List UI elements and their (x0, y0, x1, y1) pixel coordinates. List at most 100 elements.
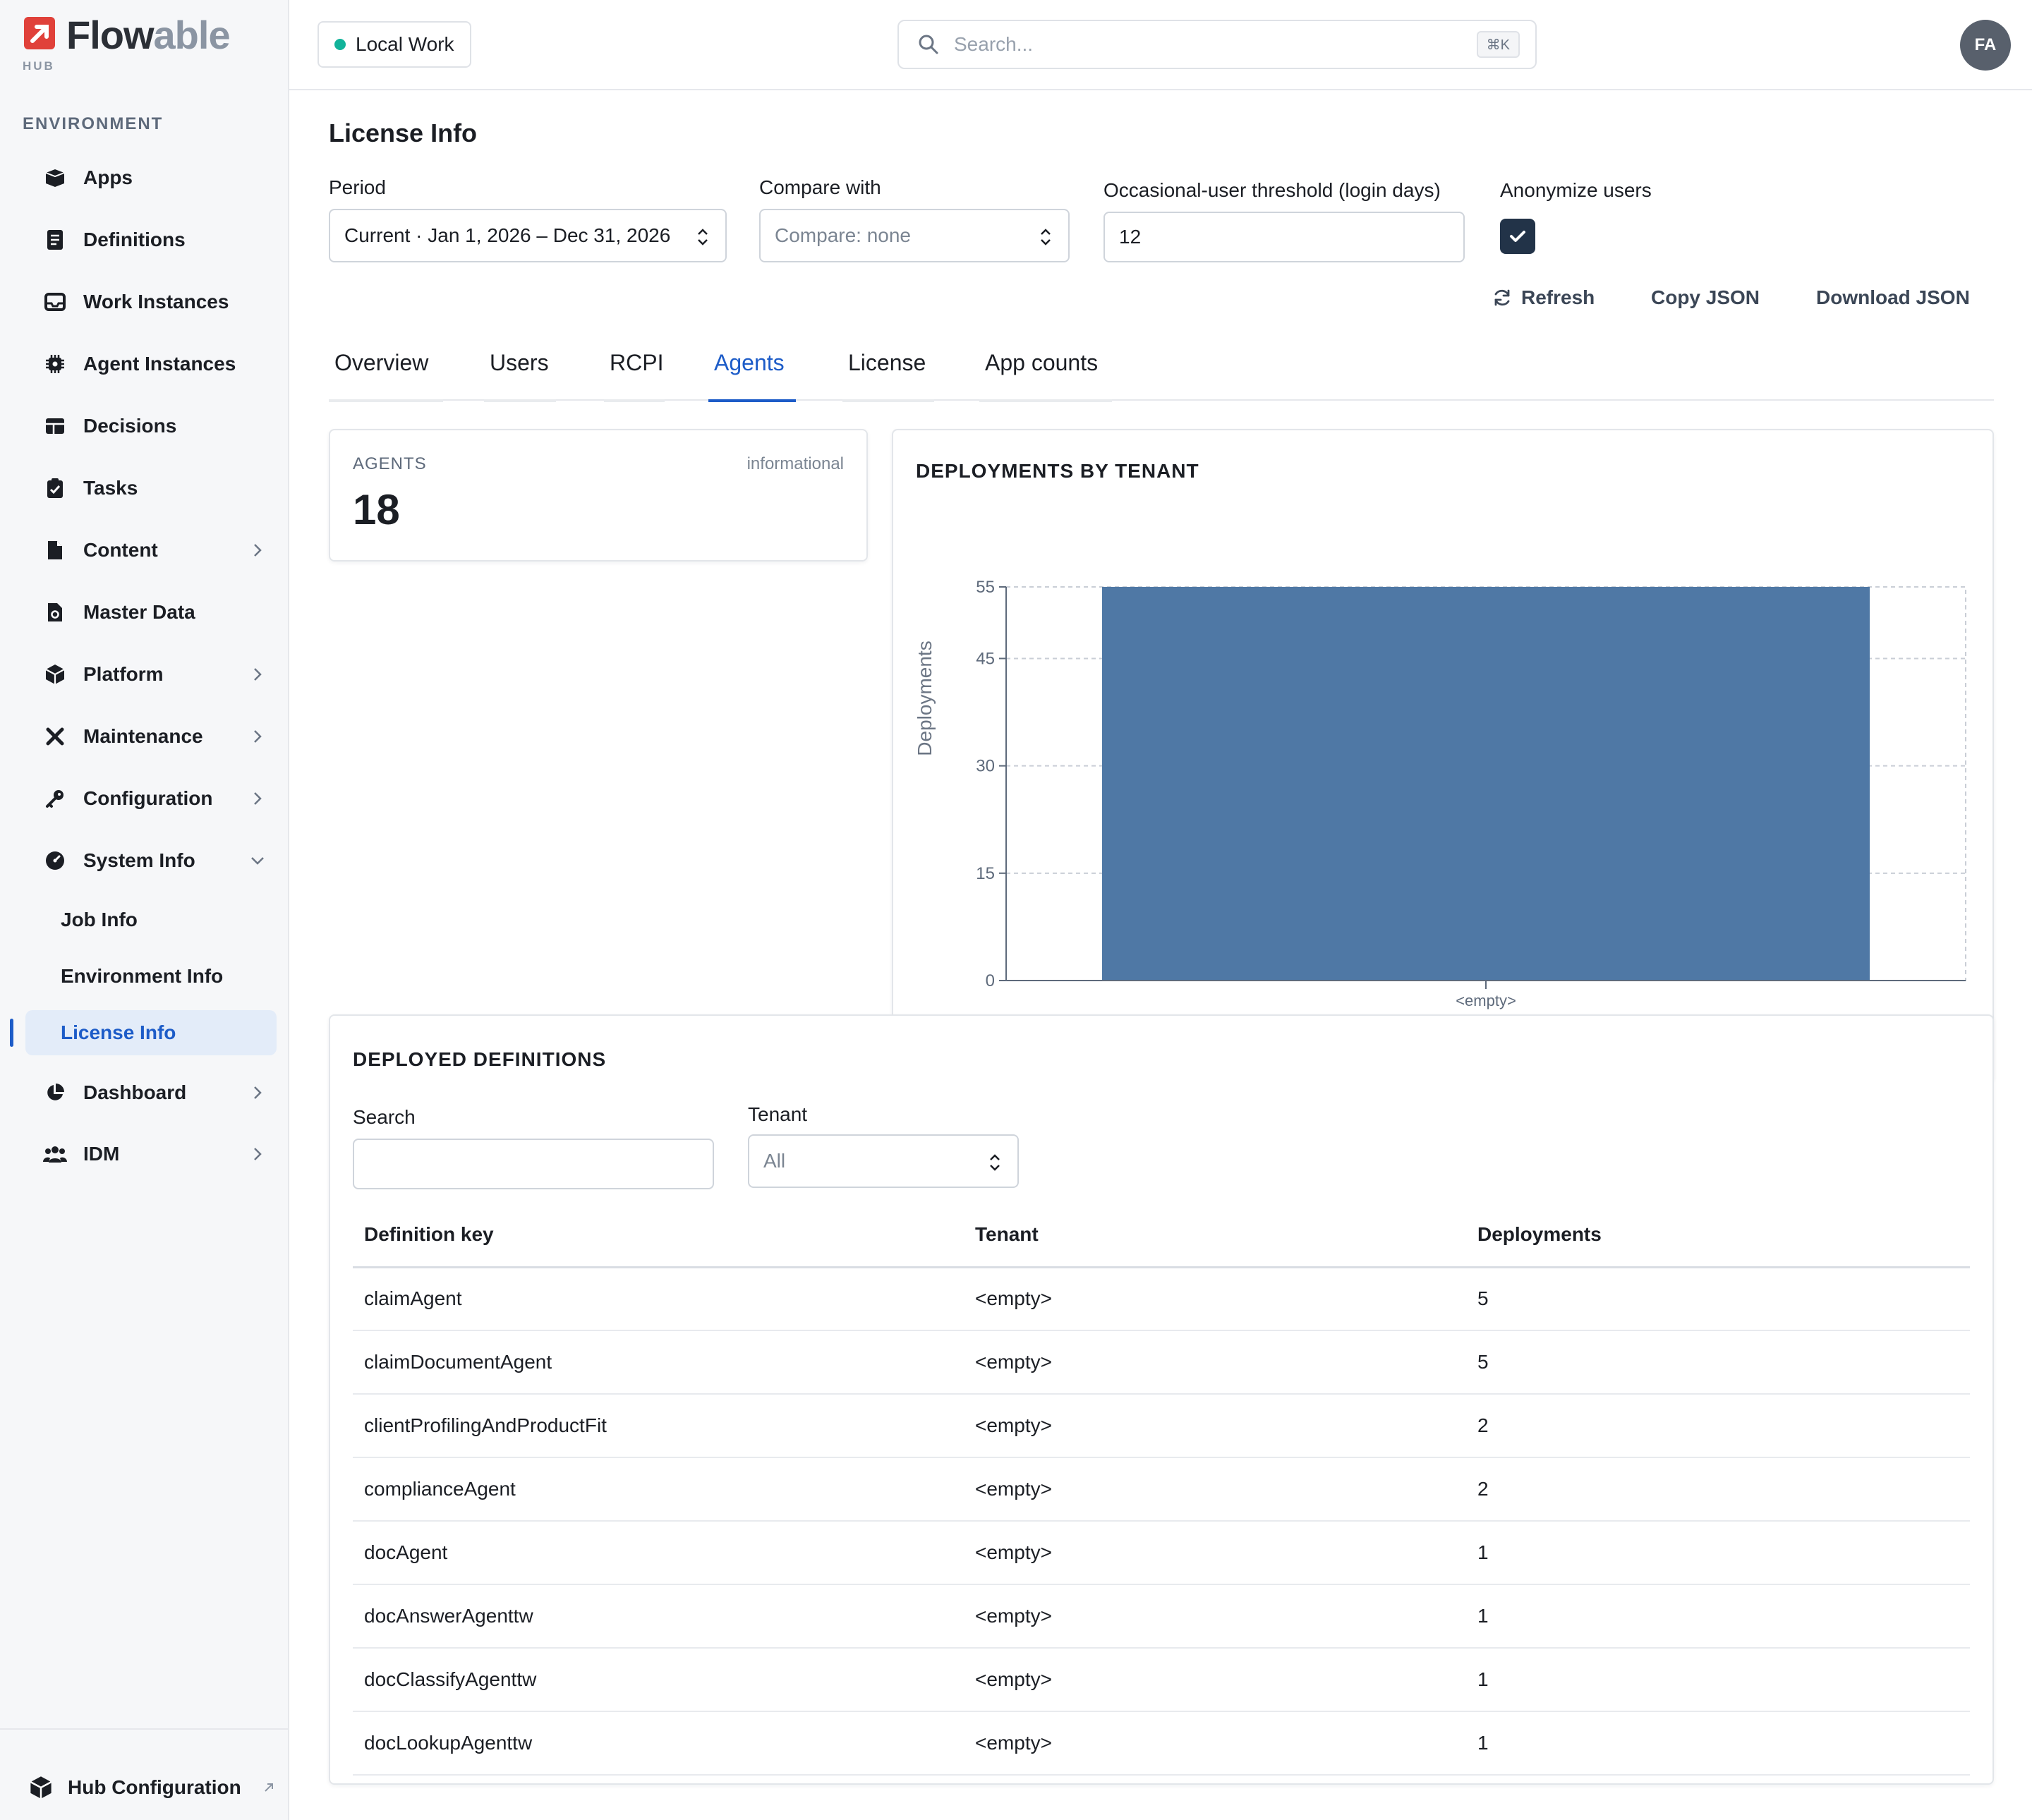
cell-deployments: 5 (1466, 1330, 1970, 1395)
table-row[interactable]: claimDocumentAgent <empty> 5 (353, 1330, 1970, 1395)
compare-value: Compare: none (775, 224, 912, 246)
logo-subtitle: HUB (23, 59, 55, 73)
tab-license[interactable]: License (842, 350, 934, 402)
y-tick-label: 55 (976, 578, 995, 597)
tab-agents[interactable]: Agents (708, 350, 796, 402)
tenant-select[interactable]: All (748, 1134, 1019, 1188)
checkmark-icon (1510, 231, 1525, 242)
cell-definition-key: docLookupAgenttw (353, 1711, 964, 1776)
sidebar-item-configuration[interactable]: Configuration (25, 774, 275, 823)
tab-app-counts[interactable]: App counts (979, 350, 1112, 402)
column-header-definition-key[interactable]: Definition key (353, 1203, 964, 1268)
sidebar-item-tasks[interactable]: Tasks (25, 463, 275, 513)
kpi-badge: informational (746, 454, 844, 473)
threshold-value: 12 (1119, 226, 1142, 248)
compare-select[interactable]: Compare: none (759, 209, 1070, 262)
table-row[interactable]: docAnswerAgenttw <empty> 1 (353, 1584, 1970, 1649)
sidebar-item-dashboard[interactable]: Dashboard (25, 1068, 275, 1117)
sidebar-item-label: System Info (83, 849, 195, 871)
anonymize-checkbox[interactable] (1500, 219, 1535, 254)
select-arrows-icon (698, 229, 708, 245)
sidebar-subitem-license-info[interactable]: License Info (25, 1010, 277, 1055)
sidebar-item-platform[interactable]: Platform (25, 650, 275, 699)
global-search[interactable]: Search... ⌘K (897, 20, 1537, 69)
sidebar-item-label: Content (83, 539, 158, 561)
sidebar-subitem-environment-info[interactable]: Environment Info (25, 954, 277, 999)
column-header-deployments[interactable]: Deployments (1466, 1203, 1970, 1268)
chevron-down-icon[interactable] (248, 851, 267, 870)
y-tick-label: 30 (976, 757, 995, 776)
refresh-button[interactable]: Refresh (1492, 286, 1595, 309)
users-icon (41, 1140, 69, 1168)
sidebar-item-label: Platform (83, 663, 164, 685)
tools-icon (41, 722, 69, 751)
sidebar-item-master-data[interactable]: Master Data (25, 588, 275, 637)
threshold-input[interactable]: 12 (1103, 212, 1465, 262)
sidebar-item-content[interactable]: Content (25, 526, 275, 575)
cell-deployments: 1 (1466, 1648, 1970, 1712)
select-arrows-icon (990, 1154, 1000, 1171)
user-avatar[interactable]: FA (1960, 20, 2011, 71)
sidebar-item-idm[interactable]: IDM (25, 1129, 275, 1179)
period-label: Period (329, 176, 386, 198)
column-header-tenant[interactable]: Tenant (964, 1203, 1466, 1268)
copy-json-button[interactable]: Copy JSON (1651, 286, 1760, 309)
cell-definition-key: claimDocumentAgent (353, 1330, 964, 1395)
topbar: Local Work Search... ⌘K FA (289, 0, 2032, 90)
download-json-button[interactable]: Download JSON (1816, 286, 1970, 309)
kpi-caption: AGENTS (353, 454, 427, 473)
table-row[interactable]: docLookupAgenttw <empty> 1 (353, 1711, 1970, 1776)
hub-configuration-link[interactable]: Hub Configuration (28, 1775, 277, 1800)
chevron-right-icon[interactable] (248, 727, 267, 746)
chart-title: DEPLOYMENTS BY TENANT (916, 460, 1199, 482)
environment-selector[interactable]: Local Work (318, 21, 471, 68)
table-row[interactable]: claimAgent <empty> 5 (353, 1267, 1970, 1331)
sidebar-item-label: Work Instances (83, 291, 229, 313)
gauge-icon (41, 847, 69, 875)
y-tick-label: 45 (976, 649, 995, 668)
search-shortcut-badge: ⌘K (1476, 31, 1520, 58)
period-select[interactable]: Current · Jan 1, 2026 – Dec 31, 2026 (329, 209, 727, 262)
sidebar-item-agent-instances[interactable]: Agent Instances (25, 339, 275, 389)
sidebar-item-decisions[interactable]: Decisions (25, 401, 275, 451)
sidebar-item-work-instances[interactable]: Work Instances (25, 277, 275, 327)
refresh-icon (1494, 289, 1510, 306)
status-dot (334, 39, 346, 50)
chevron-right-icon[interactable] (248, 1145, 267, 1163)
sidebar-item-definitions[interactable]: Definitions (25, 215, 275, 265)
tab-users[interactable]: Users (484, 350, 556, 402)
table-row[interactable]: clientProfilingAndProductFit <empty> 2 (353, 1394, 1970, 1458)
y-tick-label: 0 (986, 971, 995, 990)
sidebar-item-label: Decisions (83, 415, 177, 437)
chevron-right-icon[interactable] (248, 789, 267, 808)
flowable-logo[interactable]: Flowable HUB (23, 13, 231, 73)
sidebar-item-apps[interactable]: Apps (25, 153, 275, 202)
deployments-bar-chart: 0 15 30 45 55 <empty> Deployments (914, 578, 1966, 1009)
table-row[interactable]: complianceAgent <empty> 2 (353, 1457, 1970, 1522)
period-value: Current · Jan 1, 2026 – Dec 31, 2026 (344, 224, 671, 246)
compare-label: Compare with (759, 176, 881, 198)
table-row[interactable]: docClassifyAgenttw <empty> 1 (353, 1648, 1970, 1712)
sidebar-item-system-info[interactable]: System Info (25, 836, 275, 885)
definitions-search-input[interactable] (353, 1139, 714, 1189)
cell-tenant: <empty> (964, 1330, 1466, 1395)
pie-chart-icon (41, 1079, 69, 1107)
table-row[interactable]: docAgent <empty> 1 (353, 1521, 1970, 1585)
sidebar: Flowable HUB ENVIRONMENT Apps Definition… (0, 0, 289, 1820)
cell-definition-key: claimAgent (353, 1267, 964, 1331)
chevron-right-icon[interactable] (248, 1084, 267, 1102)
refresh-label: Refresh (1521, 286, 1595, 308)
cube-icon (30, 1776, 52, 1799)
chart-bar (1102, 587, 1870, 981)
chart-y-axis-label: Deployments (914, 641, 936, 756)
cell-tenant: <empty> (964, 1711, 1466, 1776)
chevron-right-icon[interactable] (248, 541, 267, 559)
x-tick-label: <empty> (1456, 992, 1516, 1009)
sidebar-item-maintenance[interactable]: Maintenance (25, 712, 275, 761)
sidebar-subitem-job-info[interactable]: Job Info (25, 897, 277, 942)
logo-wordmark: Flowable (66, 13, 231, 57)
tab-overview[interactable]: Overview (329, 350, 443, 402)
cell-deployments: 2 (1466, 1394, 1970, 1458)
chevron-right-icon[interactable] (248, 665, 267, 684)
tab-rcpi[interactable]: RCPI (604, 350, 665, 402)
